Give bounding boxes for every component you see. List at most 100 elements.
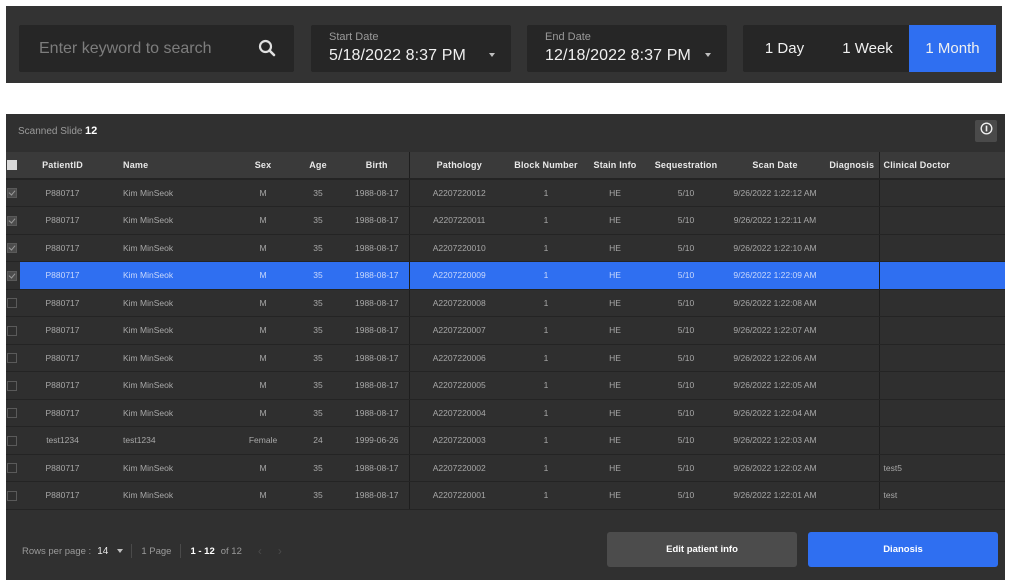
row-checkbox[interactable] <box>7 215 17 226</box>
cell-pathology: A2207220008 <box>409 289 509 317</box>
cell-diagnosis <box>825 179 880 207</box>
column-header-block-number[interactable]: Block Number <box>509 152 583 180</box>
row-checkbox[interactable] <box>7 435 17 446</box>
column-header-pathology[interactable]: Pathology <box>409 152 509 180</box>
column-header-age[interactable]: Age <box>291 152 345 180</box>
search-input[interactable] <box>19 25 249 72</box>
range-1-day-button[interactable]: 1 Day <box>743 25 826 72</box>
row-checkbox-cell <box>6 426 20 455</box>
cell-age: 35 <box>291 234 345 262</box>
cell-sex: M <box>235 261 291 290</box>
cell-diagnosis <box>825 344 880 372</box>
column-header-diagnosis[interactable]: Diagnosis <box>825 152 880 180</box>
table-row[interactable]: P880717 Kim MinSeok M 35 1988-08-17 A22072200… <box>6 316 1005 345</box>
cell-diagnosis <box>825 399 880 427</box>
table-row[interactable]: test1234 test1234 Female 24 1999-06-26 A22072… <box>6 426 1005 455</box>
row-checkbox[interactable] <box>7 490 17 501</box>
chevron-down-icon[interactable] <box>117 549 124 553</box>
row-checkbox-cell <box>6 454 20 482</box>
cell-birth: 1988-08-17 <box>345 261 410 290</box>
start-date-picker[interactable]: Start Date 5/18/2022 8:37 PM <box>311 25 511 72</box>
column-header-patientid[interactable]: PatientID <box>20 152 105 180</box>
edit-patient-info-button[interactable]: Edit patient info <box>607 532 797 567</box>
row-checkbox[interactable] <box>7 408 17 419</box>
table-row[interactable]: P880717 Kim MinSeok M 35 1988-08-17 A22072200… <box>6 289 1005 317</box>
cell-clinical-doctor <box>879 371 1005 400</box>
cell-block-number: 1 <box>509 316 583 345</box>
column-header-birth[interactable]: Birth <box>345 152 410 180</box>
cell-age: 35 <box>291 316 345 345</box>
range-1-week-button[interactable]: 1 Week <box>826 25 909 72</box>
table-row[interactable]: P880717 Kim MinSeok M 35 1988-08-17 A22072200… <box>6 179 1005 207</box>
row-checkbox[interactable] <box>7 270 17 281</box>
cell-diagnosis <box>825 481 880 510</box>
table-row[interactable]: P880717 Kim MinSeok M 35 1988-08-17 A22072200… <box>6 371 1005 400</box>
table-row[interactable]: P880717 Kim MinSeok M 35 1988-08-17 A22072200… <box>6 261 1005 290</box>
row-checkbox-cell <box>6 399 20 427</box>
search-icon[interactable] <box>258 39 276 57</box>
cell-pathology: A2207220007 <box>409 316 509 345</box>
cell-stain-info: HE <box>583 234 647 262</box>
cell-scan-date: 9/26/2022 1:22:08 AM <box>725 289 825 317</box>
table-row[interactable]: P880717 Kim MinSeok M 35 1988-08-17 A22072200… <box>6 454 1005 482</box>
cell-sequestration: 5/10 <box>647 344 725 372</box>
cell-age: 35 <box>291 344 345 372</box>
cell-birth: 1988-08-17 <box>345 234 410 262</box>
cell-birth: 1988-08-17 <box>345 316 410 345</box>
select-all-cell <box>6 152 20 180</box>
rows-per-page-select[interactable]: 14 <box>97 546 108 557</box>
cell-scan-date: 9/26/2022 1:22:06 AM <box>725 344 825 372</box>
table-row[interactable]: P880717 Kim MinSeok M 35 1988-08-17 A22072200… <box>6 234 1005 262</box>
cell-clinical-doctor <box>879 234 1005 262</box>
column-header-sex[interactable]: Sex <box>235 152 291 180</box>
pager-divider <box>131 544 133 558</box>
row-checkbox[interactable] <box>7 298 17 309</box>
cell-sex: M <box>235 234 291 262</box>
chevron-down-icon[interactable] <box>705 53 711 57</box>
cell-diagnosis <box>825 316 880 345</box>
info-button[interactable] <box>975 120 997 142</box>
cell-name: Kim MinSeok <box>105 481 235 510</box>
table-row[interactable]: P880717 Kim MinSeok M 35 1988-08-17 A22072200… <box>6 344 1005 372</box>
column-header-scan-date[interactable]: Scan Date <box>725 152 825 180</box>
range-1-month-button[interactable]: 1 Month <box>909 25 996 72</box>
cell-patientid: P880717 <box>20 289 105 317</box>
chevron-right-icon[interactable]: › <box>278 544 282 558</box>
cell-patientid: test1234 <box>20 426 105 455</box>
cell-stain-info: HE <box>583 454 647 482</box>
cell-stain-info: HE <box>583 481 647 510</box>
row-checkbox[interactable] <box>7 353 17 364</box>
cell-birth: 1988-08-17 <box>345 206 410 235</box>
cell-patientid: P880717 <box>20 481 105 510</box>
chevron-left-icon[interactable]: ‹ <box>258 544 262 558</box>
cell-scan-date: 9/26/2022 1:22:03 AM <box>725 426 825 455</box>
column-header-stain-info[interactable]: Stain Info <box>583 152 647 180</box>
table-row[interactable]: P880717 Kim MinSeok M 35 1988-08-17 A22072200… <box>6 206 1005 235</box>
row-checkbox-cell <box>6 371 20 400</box>
page-indicator: 1 Page <box>141 545 172 557</box>
diagnosis-button[interactable]: Dianosis <box>808 532 998 567</box>
pager-divider <box>180 544 182 558</box>
table-row[interactable]: P880717 Kim MinSeok M 35 1988-08-17 A22072200… <box>6 481 1005 510</box>
row-checkbox[interactable] <box>7 188 17 199</box>
cell-block-number: 1 <box>509 344 583 372</box>
end-date-picker[interactable]: End Date 12/18/2022 8:37 PM <box>527 25 727 72</box>
chevron-down-icon[interactable] <box>489 53 495 57</box>
column-header-name[interactable]: Name <box>105 152 235 180</box>
cell-patientid: P880717 <box>20 344 105 372</box>
cell-clinical-doctor <box>879 316 1005 345</box>
cell-scan-date: 9/26/2022 1:22:01 AM <box>725 481 825 510</box>
info-icon <box>979 122 993 140</box>
column-header-sequestration[interactable]: Sequestration <box>647 152 725 180</box>
row-checkbox[interactable] <box>7 243 17 254</box>
column-header-clinical-doctor[interactable]: Clinical Doctor <box>879 152 1005 180</box>
row-checkbox[interactable] <box>7 463 17 474</box>
row-checkbox[interactable] <box>7 325 17 336</box>
cell-clinical-doctor <box>879 206 1005 235</box>
cell-sex: M <box>235 206 291 235</box>
row-checkbox[interactable] <box>7 380 17 391</box>
select-all-checkbox[interactable] <box>7 160 17 171</box>
cell-pathology: A2207220006 <box>409 344 509 372</box>
table-row[interactable]: P880717 Kim MinSeok M 35 1988-08-17 A22072200… <box>6 399 1005 427</box>
cell-birth: 1988-08-17 <box>345 454 410 482</box>
